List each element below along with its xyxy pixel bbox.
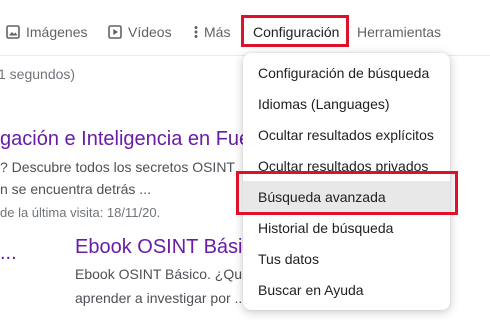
- menu-item-search-help[interactable]: Buscar en Ayuda: [243, 274, 450, 305]
- menu-item-search-history[interactable]: Historial de búsqueda: [243, 212, 450, 243]
- image-icon: [6, 25, 20, 39]
- menu-item-search-settings[interactable]: Configuración de búsqueda: [243, 57, 450, 88]
- tab-more[interactable]: Más: [194, 22, 230, 42]
- tab-images[interactable]: Imágenes: [6, 22, 87, 42]
- result-snippet-1-line-2: n se encuentra detrás ...: [0, 181, 151, 197]
- tab-tools[interactable]: Herramientas: [357, 22, 441, 42]
- result-2-prefix: ...: [0, 242, 17, 264]
- menu-item-languages[interactable]: Idiomas (Languages): [243, 88, 450, 119]
- result-snippet-2-line-2: aprender a investigar por ...: [75, 290, 247, 306]
- advanced-search-highlight-box: [236, 171, 458, 215]
- result-title-2[interactable]: Ebook OSINT Bási: [75, 236, 242, 259]
- tab-videos-label: Vídeos: [128, 24, 172, 40]
- result-snippet-2-line-1: Ebook OSINT Básico. ¿Qu: [75, 266, 243, 282]
- menu-item-hide-explicit[interactable]: Ocultar resultados explícitos: [243, 119, 450, 150]
- result-title-1[interactable]: gación e Inteligencia en Fue: [0, 128, 250, 151]
- tab-images-label: Imágenes: [26, 24, 88, 40]
- menu-item-your-data[interactable]: Tus datos: [243, 243, 450, 274]
- tab-more-label: Más: [204, 24, 231, 40]
- vertical-dots-icon: [194, 25, 198, 39]
- tab-videos[interactable]: Vídeos: [108, 22, 172, 42]
- results-stats: 1 segundos): [0, 66, 76, 82]
- video-play-icon: [108, 25, 122, 39]
- tab-tools-label: Herramientas: [357, 24, 442, 40]
- result-visit-info: de la última visita: 18/11/20.: [0, 205, 161, 220]
- result-snippet-1-line-1: ? Descubre todos los secretos OSINT: [0, 159, 235, 175]
- settings-highlight-box: [241, 15, 349, 47]
